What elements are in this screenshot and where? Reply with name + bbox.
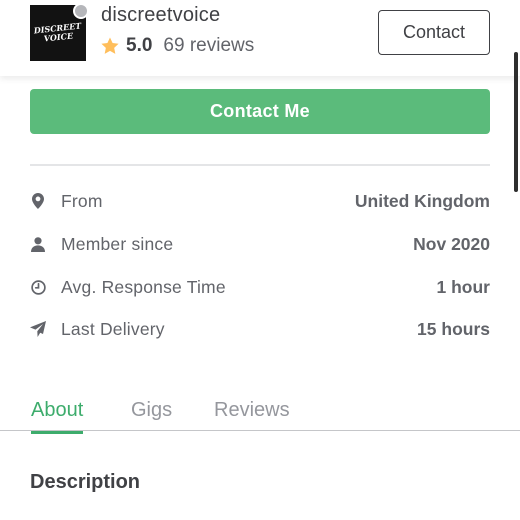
info-label: Avg. Response Time — [61, 276, 226, 297]
info-value: United Kingdom — [354, 190, 490, 211]
info-row-from: From United Kingdom — [30, 188, 490, 214]
avatar-logo-text: DISCREET VOICE — [33, 20, 82, 44]
online-status-dot — [73, 3, 89, 19]
info-row-response-time: Avg. Response Time 1 hour — [30, 274, 490, 300]
scrollbar[interactable] — [514, 52, 518, 192]
info-row-last-delivery: Last Delivery 15 hours — [30, 316, 490, 342]
info-value: Nov 2020 — [413, 233, 490, 254]
seller-header: DISCREET VOICE discreetvoice 5.0 69 revi… — [0, 0, 520, 76]
person-icon — [30, 236, 46, 252]
info-label: Last Delivery — [61, 318, 165, 339]
seller-username[interactable]: discreetvoice — [101, 4, 220, 27]
contact-me-button[interactable]: Contact Me — [30, 89, 490, 134]
avatar[interactable]: DISCREET VOICE — [30, 3, 89, 61]
divider — [30, 164, 490, 166]
info-label: Member since — [61, 233, 174, 254]
info-row-member-since: Member since Nov 2020 — [30, 231, 490, 257]
tab-about[interactable]: About — [31, 399, 84, 434]
info-label: From — [61, 190, 103, 211]
tab-gigs[interactable]: Gigs — [131, 399, 172, 431]
description-heading: Description — [30, 471, 141, 493]
rating-summary[interactable]: 5.0 69 reviews — [100, 34, 254, 58]
location-pin-icon — [30, 193, 46, 209]
profile-tabs: About Gigs Reviews — [0, 393, 520, 434]
rating-value: 5.0 — [126, 35, 153, 56]
paper-plane-icon — [30, 321, 46, 337]
tab-reviews[interactable]: Reviews — [214, 399, 290, 431]
info-value: 1 hour — [436, 276, 490, 297]
review-count: 69 reviews — [163, 35, 255, 56]
star-icon — [101, 37, 119, 54]
contact-button[interactable]: Contact — [378, 10, 490, 55]
clock-icon — [30, 279, 46, 295]
info-value: 15 hours — [417, 318, 490, 339]
